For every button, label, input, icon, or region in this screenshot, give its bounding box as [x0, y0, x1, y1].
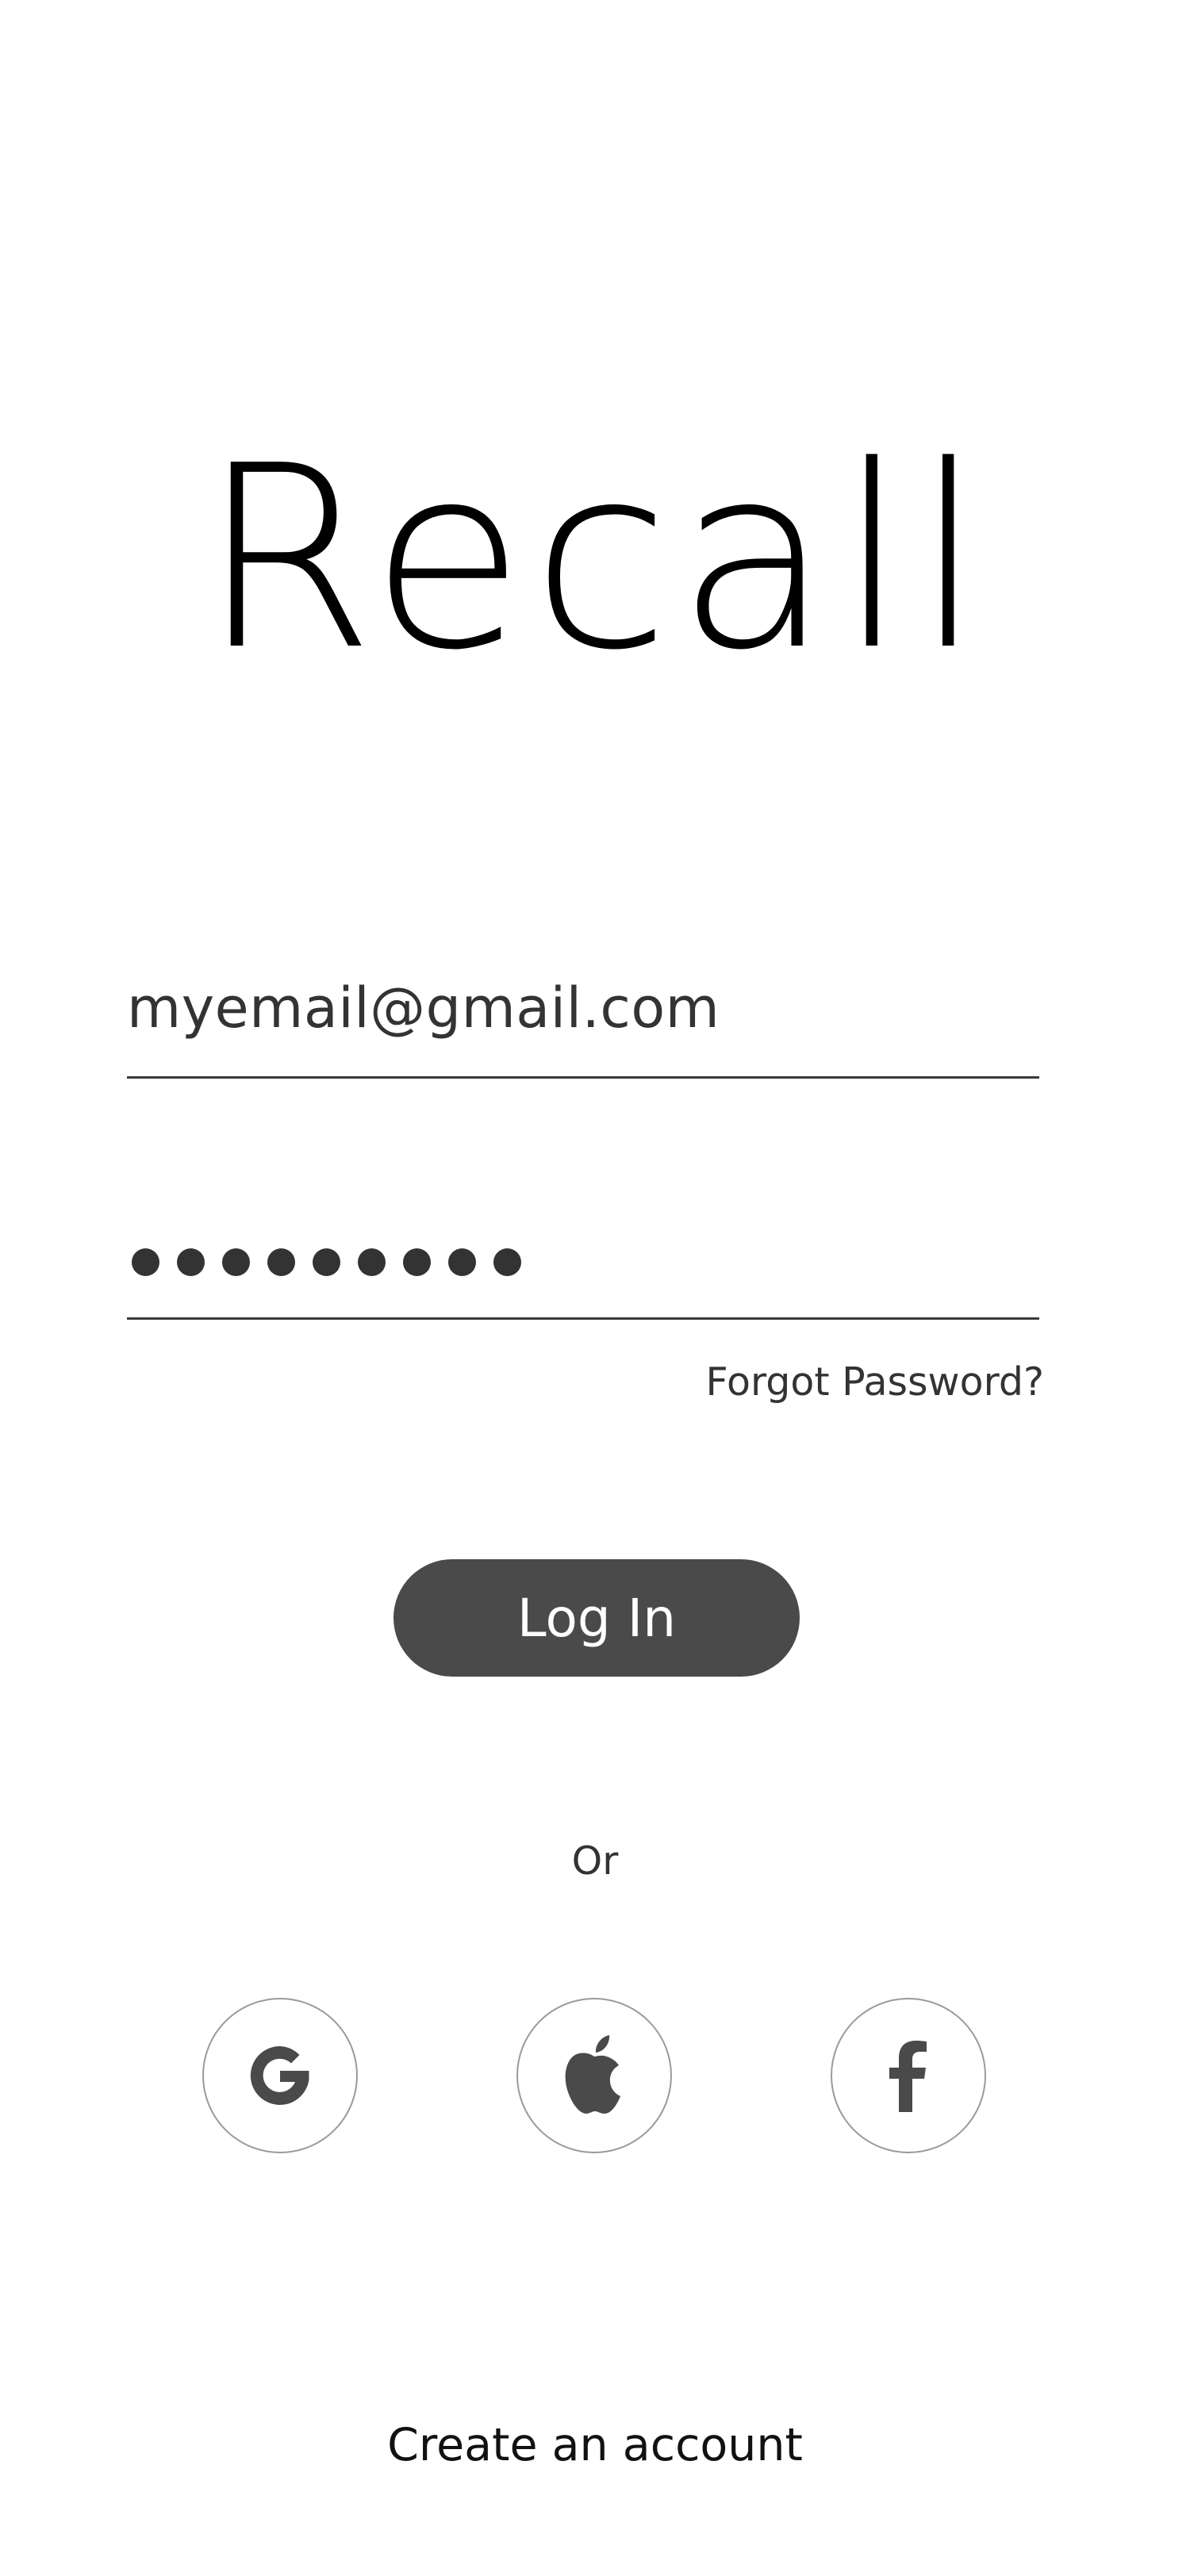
apple-login-button[interactable] — [516, 1998, 672, 2153]
password-dot — [222, 1248, 250, 1276]
email-field[interactable]: myemail@gmail.com — [127, 964, 1039, 1079]
email-value: myemail@gmail.com — [127, 976, 720, 1041]
password-dot — [132, 1248, 159, 1276]
facebook-login-button[interactable] — [831, 1998, 986, 2153]
google-login-button[interactable] — [202, 1998, 358, 2153]
create-account-link[interactable]: Create an account — [0, 2419, 1190, 2471]
or-divider-label: Or — [571, 1838, 619, 1884]
login-screen: Recall myemail@gmail.com Forgot Password… — [0, 0, 1190, 2576]
google-icon — [250, 2045, 309, 2105]
password-field[interactable] — [127, 1206, 1039, 1320]
password-mask — [132, 1248, 521, 1276]
password-dot — [313, 1248, 340, 1276]
login-button[interactable]: Log In — [393, 1559, 800, 1677]
password-dot — [403, 1248, 431, 1276]
facebook-icon — [889, 2041, 927, 2112]
password-dot — [493, 1248, 521, 1276]
password-dot — [358, 1248, 386, 1276]
apple-icon — [565, 2035, 620, 2114]
app-title: Recall — [199, 412, 991, 705]
forgot-password-link[interactable]: Forgot Password? — [706, 1359, 1044, 1405]
password-dot — [267, 1248, 295, 1276]
password-dot — [448, 1248, 476, 1276]
password-dot — [177, 1248, 205, 1276]
